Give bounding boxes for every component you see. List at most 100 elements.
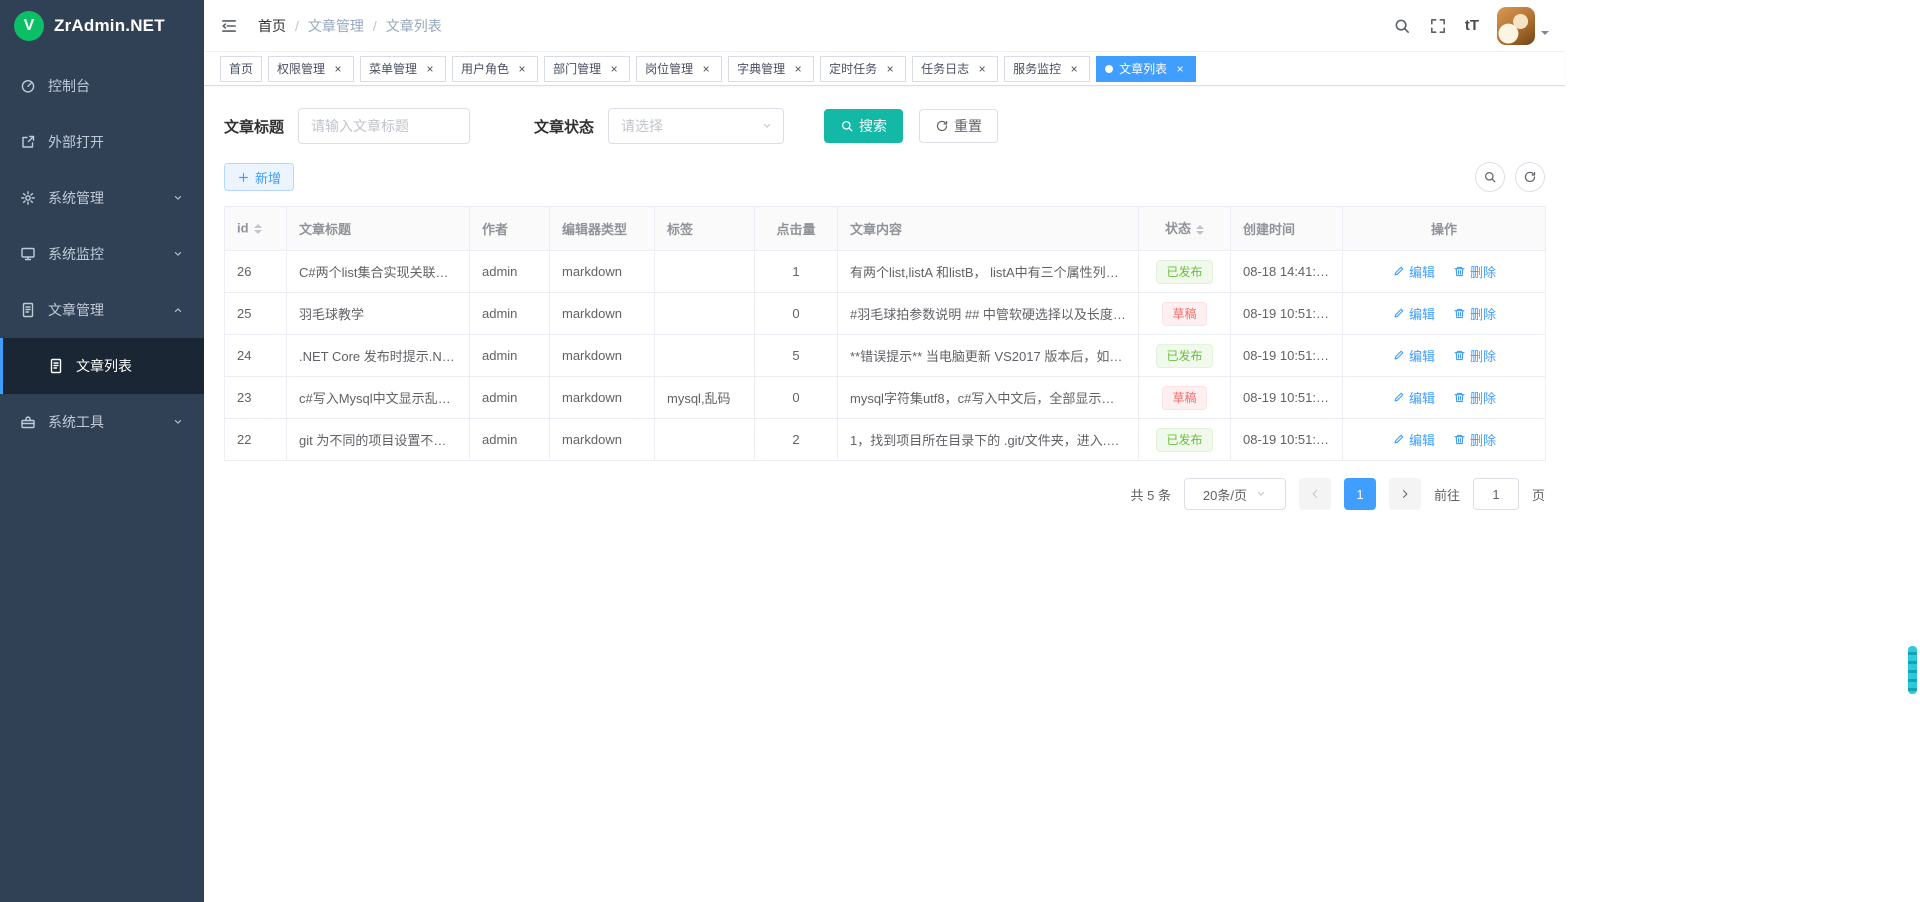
search-button[interactable]: 搜索 (824, 109, 903, 143)
table-row: 25羽毛球教学adminmarkdown0#羽毛球拍参数说明 ## 中管软硬选择… (225, 293, 1546, 335)
sidebar-item-system-monitor[interactable]: 系统监控 (0, 226, 204, 282)
column-header-id[interactable]: id (225, 207, 287, 251)
chevron-left-icon (1309, 488, 1321, 500)
edit-link[interactable]: 编辑 (1392, 304, 1435, 323)
tab-close-icon[interactable]: × (1173, 62, 1187, 76)
column-header-editor-type: 编辑器类型 (550, 207, 655, 251)
toggle-search-button[interactable] (1475, 162, 1505, 192)
cell-actions: 编辑删除 (1343, 251, 1546, 293)
sort-caret-icon[interactable] (1196, 221, 1204, 239)
delete-link[interactable]: 删除 (1453, 430, 1496, 449)
tab-close-icon[interactable]: × (607, 62, 621, 76)
breadcrumb-item[interactable]: 文章管理 (308, 16, 364, 36)
refresh-table-button[interactable] (1515, 162, 1545, 192)
tab-close-icon[interactable]: × (1067, 62, 1081, 76)
edit-link[interactable]: 编辑 (1392, 262, 1435, 281)
sidebar-item-system-management[interactable]: 系统管理 (0, 170, 204, 226)
sidebar: V ZrAdmin.NET 控制台 外部打开 系统管理 系统监控 文章管理 文章… (0, 0, 204, 902)
tab-menu[interactable]: 菜单管理 × (360, 56, 446, 82)
goto-page-input[interactable] (1473, 478, 1519, 510)
table-row: 24.NET Core 发布时提示.NET...adminmarkdown5**… (225, 335, 1546, 377)
cell-id: 25 (225, 293, 287, 335)
header-search-icon[interactable] (1393, 17, 1411, 35)
menu-item-label: 控制台 (48, 76, 90, 96)
tab-department[interactable]: 部门管理 × (544, 56, 630, 82)
sidebar-item-article-management[interactable]: 文章管理 (0, 282, 204, 338)
tab-close-icon[interactable]: × (883, 62, 897, 76)
edit-icon (1392, 391, 1405, 404)
cell-title: git 为不同的项目设置不同... (287, 419, 470, 461)
tab-close-icon[interactable]: × (423, 62, 437, 76)
delete-link[interactable]: 删除 (1453, 262, 1496, 281)
column-label: id (237, 220, 249, 235)
prev-page-button[interactable] (1299, 478, 1331, 510)
tab-close-icon[interactable]: × (975, 62, 989, 76)
sidebar-subitem-article-list[interactable]: 文章列表 (0, 338, 204, 394)
sidebar-fold-icon[interactable] (220, 17, 238, 35)
cell-clicks: 5 (755, 335, 838, 377)
tab-article-list[interactable]: 文章列表 × (1096, 56, 1196, 82)
tab-home[interactable]: 首页 (220, 56, 262, 82)
cell-content: 有两个list,listA 和listB， listA中有三个属性列为St... (838, 251, 1139, 293)
title-filter-input[interactable] (298, 108, 470, 144)
breadcrumb: 首页/文章管理/文章列表 (258, 16, 442, 36)
tags-view: 首页 权限管理 × 菜单管理 × 用户角色 × 部门管理 × 岗位管理 × 字典… (204, 52, 1565, 86)
edit-link[interactable]: 编辑 (1392, 346, 1435, 365)
sidebar-item-dashboard[interactable]: 控制台 (0, 58, 204, 114)
fullscreen-icon[interactable] (1429, 17, 1447, 35)
navbar-actions: tT (1393, 7, 1549, 45)
delete-icon (1453, 307, 1466, 320)
status-badge: 草稿 (1162, 386, 1206, 410)
main-area: 首页/文章管理/文章列表 tT 首页 权限管理 × 菜单管理 × 用户角色 × (204, 0, 1565, 902)
menu-item-label: 系统管理 (48, 188, 104, 208)
tab-task-log[interactable]: 任务日志 × (912, 56, 998, 82)
tab-scheduled-task[interactable]: 定时任务 × (820, 56, 906, 82)
delete-link[interactable]: 删除 (1453, 388, 1496, 407)
tab-dictionary[interactable]: 字典管理 × (728, 56, 814, 82)
table-row: 22git 为不同的项目设置不同...adminmarkdown21，找到项目所… (225, 419, 1546, 461)
next-page-button[interactable] (1389, 478, 1421, 510)
tab-user-role[interactable]: 用户角色 × (452, 56, 538, 82)
column-header-status[interactable]: 状态 (1139, 207, 1231, 251)
cell-title: c#写入Mysql中文显示乱码 ... (287, 377, 470, 419)
cell-actions: 编辑删除 (1343, 293, 1546, 335)
cell-author: admin (470, 419, 550, 461)
column-header-created: 创建时间 (1231, 207, 1343, 251)
app-root: V ZrAdmin.NET 控制台 外部打开 系统管理 系统监控 文章管理 文章… (0, 0, 1565, 902)
select-placeholder: 请选择 (621, 116, 663, 136)
font-size-icon[interactable]: tT (1465, 17, 1479, 34)
tab-label: 首页 (229, 60, 253, 77)
delete-link[interactable]: 删除 (1453, 346, 1496, 365)
column-label: 状态 (1165, 221, 1191, 236)
user-avatar[interactable] (1497, 7, 1549, 45)
sidebar-item-system-tools[interactable]: 系统工具 (0, 394, 204, 450)
table-row: 23c#写入Mysql中文显示乱码 ...adminmarkdownmysql,… (225, 377, 1546, 419)
scrollbar-thumb[interactable] (1908, 646, 1917, 694)
status-badge: 已发布 (1156, 428, 1212, 452)
breadcrumb-item[interactable]: 首页 (258, 16, 286, 36)
tab-close-icon[interactable]: × (699, 62, 713, 76)
cell-created: 08-19 10:51:27 (1231, 335, 1343, 377)
tab-close-icon[interactable]: × (515, 62, 529, 76)
sidebar-item-external-link[interactable]: 外部打开 (0, 114, 204, 170)
tab-label: 任务日志 (921, 60, 969, 77)
tab-service-monitor[interactable]: 服务监控 × (1004, 56, 1090, 82)
cell-title: 羽毛球教学 (287, 293, 470, 335)
tab-post[interactable]: 岗位管理 × (636, 56, 722, 82)
tab-label: 文章列表 (1119, 60, 1167, 77)
status-filter-select[interactable]: 请选择 (608, 108, 784, 144)
page-number-button[interactable]: 1 (1344, 478, 1376, 510)
delete-link[interactable]: 删除 (1453, 304, 1496, 323)
plus-icon (237, 171, 250, 184)
search-icon (1483, 170, 1497, 184)
page-size-select[interactable]: 20条/页 (1184, 478, 1286, 510)
tab-permission[interactable]: 权限管理 × (268, 56, 354, 82)
add-button[interactable]: 新增 (224, 163, 294, 191)
reset-button[interactable]: 重置 (919, 109, 998, 143)
menu-item-icon (20, 302, 36, 318)
edit-link[interactable]: 编辑 (1392, 388, 1435, 407)
tab-close-icon[interactable]: × (791, 62, 805, 76)
tab-close-icon[interactable]: × (331, 62, 345, 76)
sort-caret-icon[interactable] (254, 220, 262, 238)
edit-link[interactable]: 编辑 (1392, 430, 1435, 449)
